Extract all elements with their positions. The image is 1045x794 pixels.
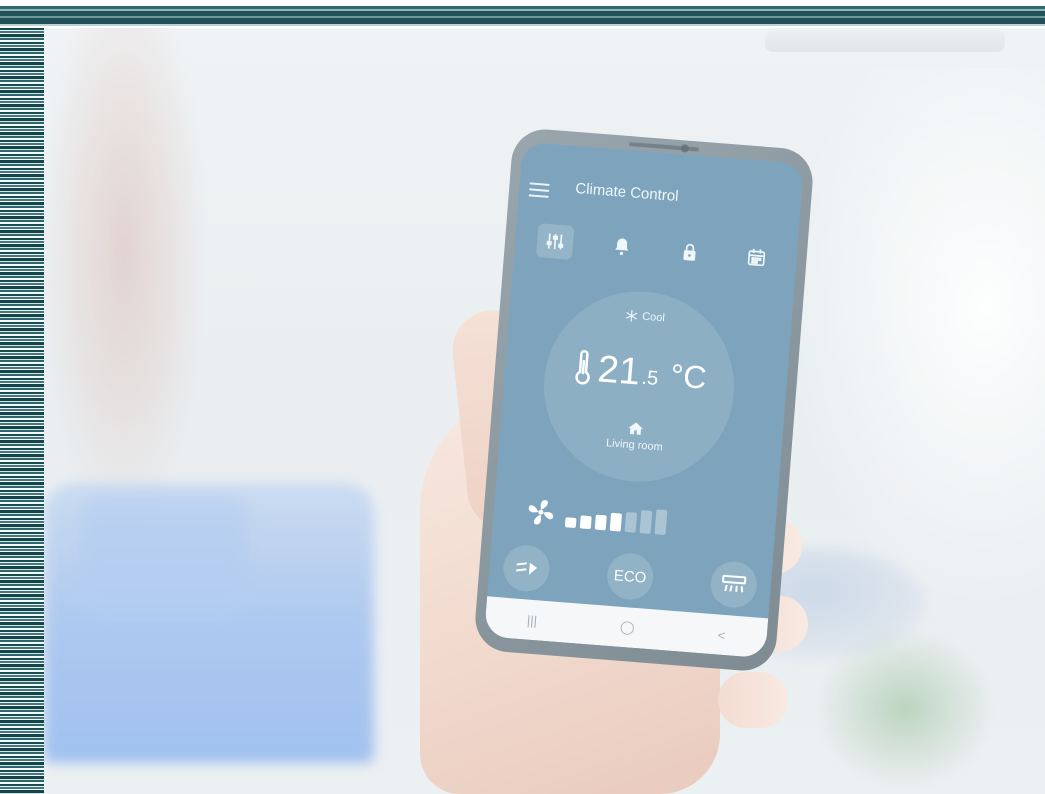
back-button[interactable]: <	[717, 627, 726, 643]
home-button[interactable]: ◯	[619, 619, 636, 636]
smartphone: Climate Control Cool 21 .5 °C Living roo…	[472, 126, 816, 674]
tab-bar	[520, 220, 792, 279]
temperature-integer: 21	[596, 348, 642, 394]
tab-settings[interactable]	[535, 223, 575, 260]
photo-frame: Climate Control Cool 21 .5 °C Living roo…	[0, 0, 1045, 794]
fan-speed-level[interactable]	[624, 511, 638, 533]
thermometer-icon	[574, 349, 590, 385]
app-title: Climate Control	[574, 179, 680, 206]
fan-speed-level[interactable]	[594, 514, 607, 530]
top-decorative-stripe	[0, 0, 1045, 28]
fan-speed-level[interactable]	[579, 515, 592, 529]
room-indicator: Living room	[539, 414, 731, 459]
bell-icon	[615, 238, 629, 256]
fan-speed-control[interactable]	[525, 493, 757, 547]
temperature-readout: 21 .5 °C	[544, 346, 736, 399]
sofa-cushion	[79, 498, 249, 618]
blurred-plant	[805, 618, 1005, 794]
recent-apps-button[interactable]: |||	[526, 612, 537, 628]
temperature-unit: °C	[669, 357, 708, 396]
room-label: Living room	[605, 437, 664, 454]
thermostat-dial[interactable]: Cool 21 .5 °C Living room	[536, 284, 742, 489]
fan-speed-bars[interactable]	[564, 502, 668, 535]
sliders-icon	[546, 233, 564, 250]
airflow-swing-icon	[516, 562, 538, 575]
tab-schedule[interactable]	[738, 239, 777, 276]
eco-button[interactable]: ECO	[605, 551, 655, 602]
ac-mode-button[interactable]	[709, 559, 759, 610]
ceiling-ac-unit	[765, 30, 1005, 52]
air-conditioner-icon	[722, 574, 747, 593]
mode-indicator: Cool	[549, 302, 740, 331]
tab-lock[interactable]	[670, 234, 709, 271]
fan-speed-level[interactable]	[654, 508, 668, 535]
fan-speed-level[interactable]	[564, 516, 577, 528]
fan-speed-level[interactable]	[609, 512, 623, 532]
left-barcode-stripe	[0, 28, 44, 794]
snowflake-icon	[625, 309, 637, 322]
home-icon	[628, 422, 644, 435]
tab-alerts[interactable]	[603, 228, 642, 265]
fan-speed-level[interactable]	[639, 510, 653, 534]
phone-screen: Climate Control Cool 21 .5 °C Living roo…	[483, 141, 805, 659]
temperature-decimal: .5	[640, 366, 660, 391]
fan-icon	[528, 500, 554, 525]
swing-button[interactable]	[501, 543, 552, 594]
hamburger-menu-icon[interactable]	[528, 180, 551, 200]
finger	[718, 672, 788, 728]
calendar-icon	[748, 248, 766, 267]
lock-icon	[683, 243, 696, 261]
mode-label: Cool	[641, 310, 666, 325]
